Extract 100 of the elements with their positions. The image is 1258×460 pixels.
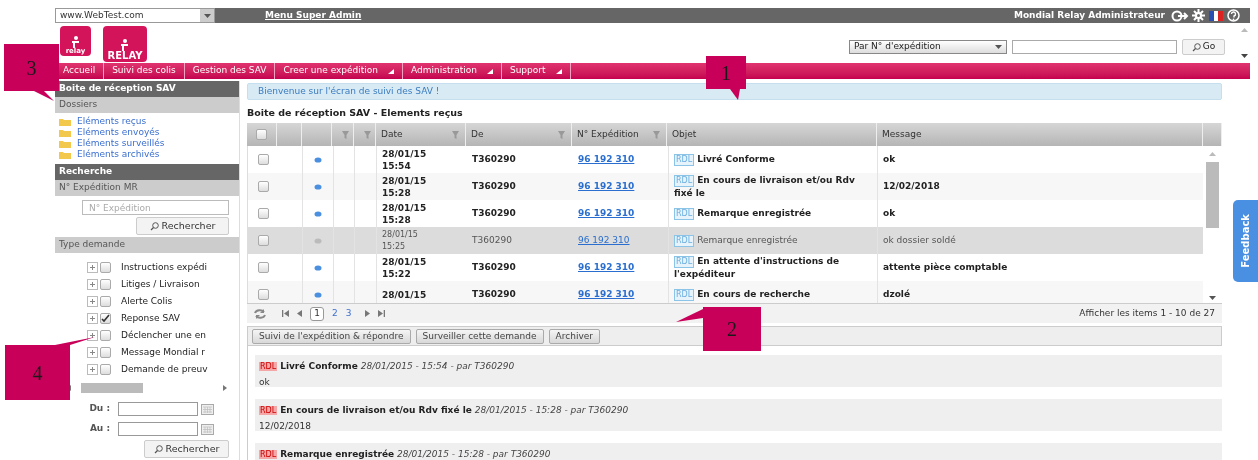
search-type-select[interactable]: Par N° d'expédition	[849, 40, 1007, 54]
caret-icon	[203, 13, 211, 18]
checkbox[interactable]	[257, 262, 269, 274]
sender-cell-text: T360290	[471, 180, 517, 193]
folder-link[interactable]: Eléments archivés	[77, 150, 160, 159]
folder-link[interactable]: Eléments surveillés	[77, 139, 165, 148]
scroll-up-icon	[1209, 152, 1216, 157]
nav-item[interactable]: Creer une expédition	[275, 63, 404, 79]
menu-link[interactable]: Menu Super Admin	[265, 8, 362, 23]
search-icon	[153, 444, 163, 454]
action-button[interactable]: Suivi de l'expédition & répondre	[252, 328, 411, 344]
nav-item[interactable]: Administration	[403, 63, 502, 79]
date-field[interactable]	[118, 422, 198, 436]
status-dot-icon	[314, 264, 322, 271]
site-select[interactable]: www.WebTest.com	[55, 8, 215, 23]
column-header[interactable]: Date	[381, 128, 403, 142]
checkbox[interactable]	[257, 154, 269, 166]
checkbox[interactable]	[257, 289, 269, 301]
table-row[interactable]: 28/01/15 T360290 96 192 310 RDL En cours de recherche dzolé	[248, 281, 1203, 304]
checkbox[interactable]	[257, 181, 269, 193]
filter-icon	[451, 129, 460, 140]
date-field[interactable]	[118, 402, 198, 416]
table-row[interactable]: 28/01/15 15:25 T360290 96 192 310 RDL Remarque enregistrée ok dossier soldé	[248, 227, 1203, 255]
status-dot-icon	[314, 210, 322, 217]
expand-icon	[87, 313, 98, 324]
column-header[interactable]: N° Expédition	[577, 128, 639, 142]
folder-icon	[59, 150, 71, 159]
shipment-link[interactable]: 96 192 310	[573, 153, 668, 167]
folder-link[interactable]: Eléments envoyés	[77, 128, 160, 137]
scroll-up-icon	[1240, 28, 1248, 32]
checkbox[interactable]	[100, 279, 111, 290]
date-cell-text: 28/01/15 15:22	[381, 255, 428, 280]
table-row[interactable]: 28/01/15 15:28 T360290 96 192 310 RDL En cours de livraison et/ou Rdv fixé le 12/02/2018	[248, 173, 1203, 201]
feedback-tab[interactable]: Feedback	[1233, 200, 1258, 282]
refresh-icon	[252, 307, 268, 320]
expand-icon	[87, 296, 98, 307]
sender-cell-text: T360290	[471, 234, 513, 247]
scroll-down-icon	[1240, 54, 1248, 58]
type-label: Litiges / Livraison	[121, 277, 200, 291]
search-button[interactable]: Rechercher	[144, 440, 229, 458]
date-label: Au :	[88, 422, 111, 436]
column-header[interactable]: De	[471, 128, 484, 142]
column-header[interactable]: Objet	[672, 128, 697, 142]
sender-cell-text: T360290	[471, 153, 517, 166]
nav-item[interactable]: Suivi des colis	[104, 63, 185, 79]
column-header[interactable]: Message	[882, 128, 922, 142]
sender-cell-text: T360290	[471, 261, 517, 274]
shipment-field[interactable]: N° Expédition	[82, 200, 229, 215]
logo[interactable]: RELAY	[103, 26, 147, 62]
shipment-link[interactable]: 96 192 310	[573, 261, 668, 275]
figure-icon	[120, 39, 130, 51]
checkbox[interactable]	[100, 262, 111, 273]
checkbox[interactable]	[100, 296, 111, 307]
shipment-link[interactable]: 96 192 310	[573, 288, 668, 302]
search-icon	[1191, 42, 1201, 52]
message-cell-text: ok dossier soldé	[882, 234, 957, 247]
message-cell-text: attente pièce comptable	[882, 261, 1009, 274]
help-icon	[1227, 9, 1240, 22]
checkbox[interactable]	[257, 208, 269, 220]
horizontal-scrollbar[interactable]	[67, 382, 227, 394]
shipment-link[interactable]: 96 192 310	[573, 180, 668, 194]
checkbox[interactable]	[100, 364, 111, 375]
dropdown-icon	[486, 68, 493, 74]
shipment-link[interactable]: 96 192 310	[573, 207, 668, 221]
expand-icon	[87, 262, 98, 273]
expand-icon	[87, 330, 98, 341]
checkbox[interactable]	[100, 347, 111, 358]
sidebar-title: Boite de réception SAV	[55, 81, 239, 97]
nav-item[interactable]: Support	[501, 63, 571, 79]
previous-page-icon	[297, 310, 302, 318]
checkbox[interactable]	[256, 129, 267, 141]
page-link[interactable]: 2	[332, 307, 338, 321]
page-link[interactable]: 3	[345, 307, 352, 321]
page-link[interactable]: 1	[310, 306, 324, 321]
filter-icon	[652, 129, 661, 140]
callout-pointer	[730, 89, 740, 100]
date-cell-text: 28/01/15 15:25	[381, 228, 419, 253]
expand-icon	[87, 279, 98, 290]
search-button[interactable]: Rechercher	[136, 217, 229, 235]
section-heading: N° Expédition MR	[55, 180, 239, 196]
action-button[interactable]: Archiver	[548, 328, 600, 344]
window-scrollbar[interactable]	[1238, 28, 1250, 58]
go-button[interactable]: Go	[1182, 39, 1225, 55]
figure-icon	[70, 36, 81, 48]
action-button[interactable]: Surveiller cette demande	[415, 328, 544, 344]
nav-item[interactable]: Gestion des SAV	[184, 63, 276, 79]
folder-link[interactable]: Eléments reçus	[77, 117, 147, 126]
last-page-icon	[378, 310, 386, 318]
shipment-link[interactable]: 96 192 310	[573, 234, 668, 248]
sender-cell-text: T360290	[471, 288, 517, 301]
type-label: Demande de preuv	[121, 362, 208, 376]
message-body: 12/02/2018	[259, 419, 312, 433]
checkbox[interactable]	[100, 330, 111, 341]
checkbox[interactable]	[257, 235, 269, 247]
checkbox[interactable]	[100, 313, 111, 324]
logout-icon	[1171, 9, 1189, 22]
callout-badge: 3	[4, 44, 59, 91]
welcome-banner: Bienvenue sur l'écran de suivi des SAV !	[247, 83, 1222, 100]
search-field[interactable]	[1012, 40, 1177, 54]
message-cell-text: ok	[882, 207, 897, 220]
